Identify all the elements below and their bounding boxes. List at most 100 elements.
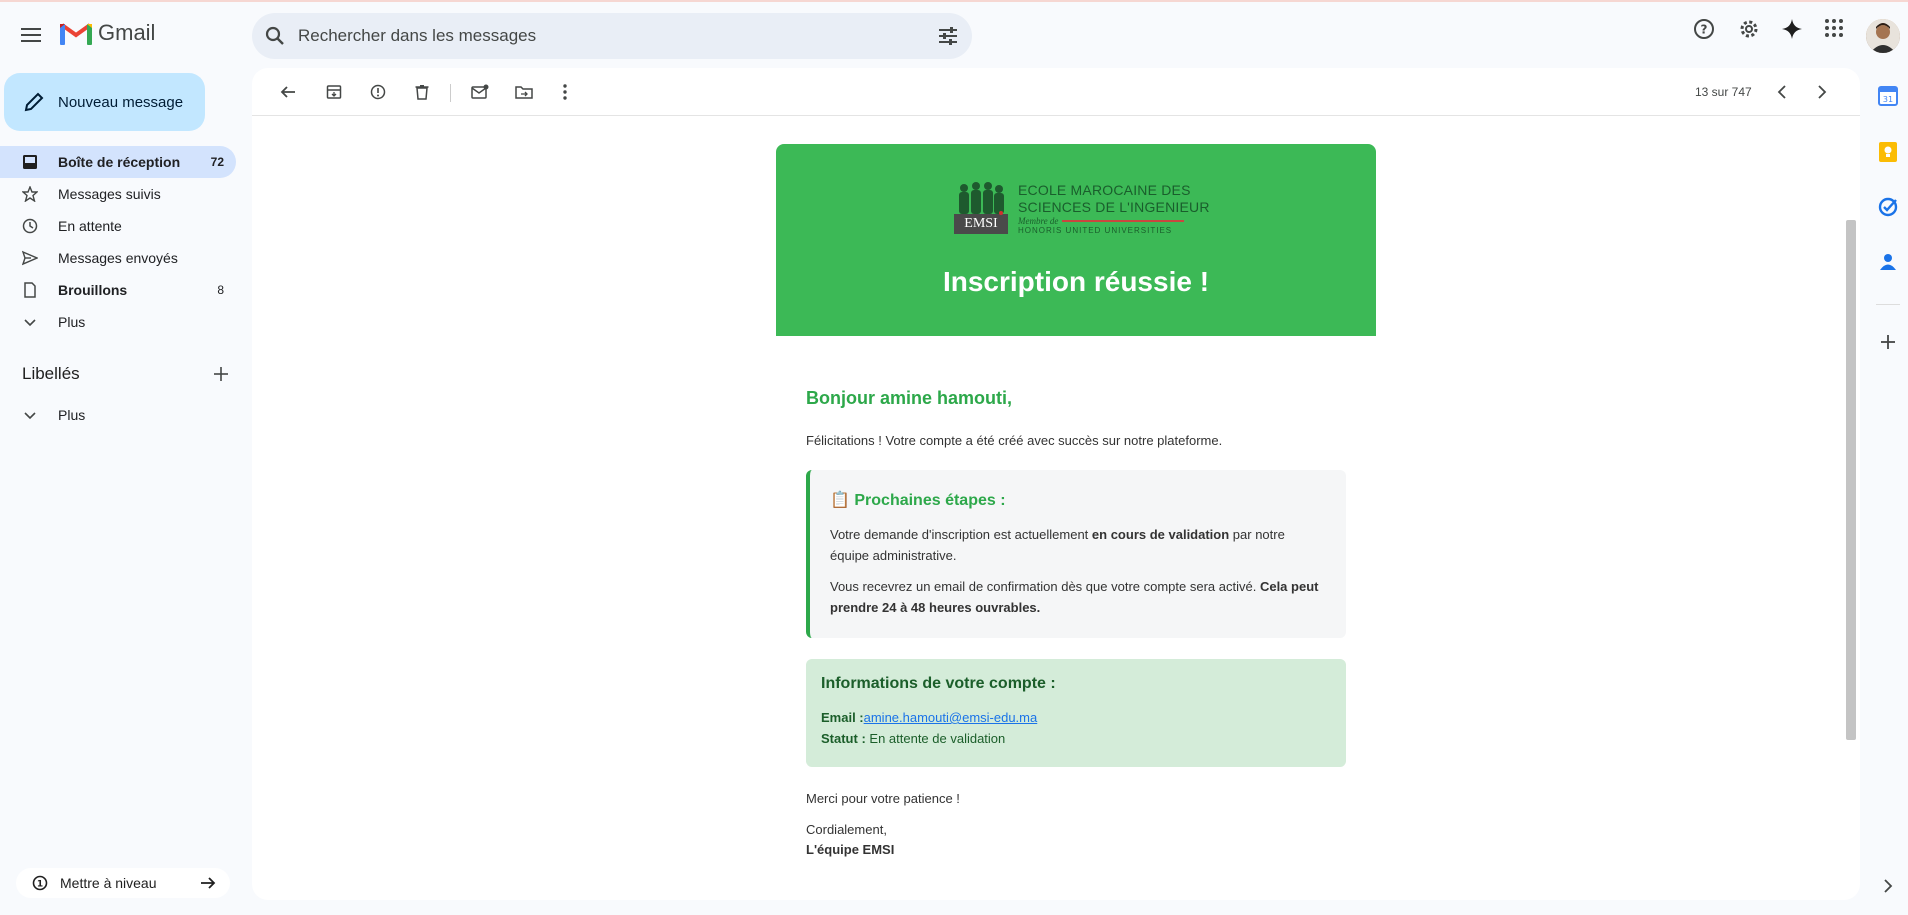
keep-icon[interactable] bbox=[1876, 140, 1900, 164]
message-scrollbar[interactable] bbox=[1846, 220, 1856, 740]
emsi-name: ECOLE MAROCAINE DES SCIENCES DE L'INGENI… bbox=[1018, 182, 1210, 235]
email-banner: EMSI ECOLE MAROCAINE DES SCIENCES DE L'I… bbox=[776, 144, 1376, 336]
sidebar-item-label: Plus bbox=[58, 314, 86, 330]
labels-section-header: Libellés bbox=[22, 364, 228, 384]
sidebar-item-label: Brouillons bbox=[58, 282, 128, 298]
steps-text: Votre demande d'inscription est actuelle… bbox=[830, 527, 1092, 542]
info-circle-icon: 1 bbox=[32, 875, 48, 891]
toolbar-divider bbox=[450, 84, 451, 102]
chevron-down-icon bbox=[22, 314, 38, 330]
steps-paragraph-2: Vous recevrez un email de confirmation d… bbox=[830, 576, 1326, 618]
message-view: 13 sur 747 EMSI ECOLE MAROCAINE DES SCIE… bbox=[252, 68, 1860, 900]
next-steps-box: 📋 Prochaines étapes : Votre demande d'in… bbox=[806, 470, 1346, 638]
add-label-icon[interactable] bbox=[214, 367, 228, 381]
account-info-title: Informations de votre compte : bbox=[821, 675, 1056, 692]
sidebar-item-label: Boîte de réception bbox=[58, 154, 181, 170]
labels-more-label: Plus bbox=[58, 407, 86, 423]
org-network: HONORIS UNITED UNIVERSITIES bbox=[1018, 225, 1173, 235]
account-status-row: Statut : En attente de validation bbox=[821, 728, 1331, 749]
next-steps-title: 📋 Prochaines étapes : bbox=[830, 492, 1006, 509]
header: Gmail Rechercher dans les messages ? bbox=[0, 2, 1908, 68]
report-spam-icon[interactable] bbox=[366, 80, 390, 104]
arrow-right-icon bbox=[200, 875, 216, 891]
labels-more[interactable]: Plus bbox=[0, 399, 236, 431]
gmail-m-icon bbox=[60, 23, 92, 45]
emsi-logo: EMSI ECOLE MAROCAINE DES SCIENCES DE L'I… bbox=[954, 180, 1210, 236]
sidebar-item-label: Messages suivis bbox=[58, 186, 161, 202]
clock-icon bbox=[22, 218, 38, 234]
send-icon bbox=[22, 250, 38, 266]
newer-chevron-left-icon[interactable] bbox=[1770, 80, 1794, 104]
sidebar-item-more[interactable]: Plus bbox=[0, 306, 236, 338]
sidebar-item-sent[interactable]: Messages envoyés bbox=[0, 242, 236, 274]
upgrade-label: Mettre à niveau bbox=[60, 875, 157, 891]
archive-icon[interactable] bbox=[322, 80, 346, 104]
org-name-line2: SCIENCES DE L'INGENIEUR bbox=[1018, 198, 1210, 215]
older-chevron-right-icon[interactable] bbox=[1810, 80, 1834, 104]
account-email-row: Email :amine.hamouti@emsi-edu.ma bbox=[821, 707, 1331, 728]
email-label: Email : bbox=[821, 710, 864, 725]
status-label: Statut : bbox=[821, 731, 866, 746]
mark-unread-icon[interactable] bbox=[468, 80, 492, 104]
sidebar-item-label: Messages envoyés bbox=[58, 250, 178, 266]
pencil-icon bbox=[24, 92, 44, 112]
steps-paragraph-1: Votre demande d'inscription est actuelle… bbox=[830, 524, 1326, 566]
sidebar-item-label: En attente bbox=[58, 218, 122, 234]
gmail-logo[interactable]: Gmail bbox=[60, 20, 155, 46]
apps-grid-icon[interactable] bbox=[1824, 18, 1844, 43]
sidebar-item-drafts[interactable]: Brouillons 8 bbox=[0, 274, 236, 306]
search-input[interactable]: Rechercher dans les messages bbox=[298, 26, 924, 46]
compose-button[interactable]: Nouveau message bbox=[4, 73, 205, 131]
help-icon[interactable]: ? bbox=[1693, 18, 1715, 45]
account-avatar[interactable] bbox=[1866, 19, 1900, 53]
account-info-box: Informations de votre compte : Email :am… bbox=[806, 659, 1346, 767]
search-options-icon[interactable] bbox=[924, 27, 972, 45]
delete-trash-icon[interactable] bbox=[410, 80, 434, 104]
svg-text:1: 1 bbox=[37, 880, 43, 890]
settings-gear-icon[interactable] bbox=[1738, 18, 1760, 45]
calendar-icon[interactable]: 31 bbox=[1876, 84, 1900, 108]
sidebar-item-snoozed[interactable]: En attente bbox=[0, 210, 236, 242]
message-toolbar: 13 sur 747 bbox=[252, 68, 1860, 116]
tasks-icon[interactable] bbox=[1876, 195, 1900, 219]
signature: Cordialement, L'équipe EMSI bbox=[806, 820, 1346, 860]
steps-text: Vous recevrez un email de confirmation d… bbox=[830, 579, 1260, 594]
inbox-icon bbox=[22, 154, 38, 170]
message-pager: 13 sur 747 bbox=[1695, 85, 1752, 99]
search-bar[interactable]: Rechercher dans les messages bbox=[252, 13, 972, 59]
steps-emphasis: en cours de validation bbox=[1091, 527, 1230, 542]
sidebar-item-inbox[interactable]: Boîte de réception 72 bbox=[0, 146, 236, 178]
thanks-text: Merci pour votre patience ! bbox=[806, 791, 960, 806]
search-icon[interactable] bbox=[252, 26, 298, 46]
emsi-abbr: EMSI bbox=[964, 216, 998, 231]
org-member-label: Membre de bbox=[1018, 215, 1059, 226]
rail-divider bbox=[1876, 304, 1900, 305]
app-name: Gmail bbox=[98, 20, 156, 45]
star-icon bbox=[22, 186, 38, 202]
gemini-sparkle-icon[interactable] bbox=[1781, 18, 1803, 45]
team-signature: L'équipe EMSI bbox=[806, 842, 895, 857]
compose-label: Nouveau message bbox=[58, 93, 184, 111]
closing-text: Cordialement, bbox=[806, 822, 887, 837]
sidebar-item-starred[interactable]: Messages suivis bbox=[0, 178, 236, 210]
move-to-icon[interactable] bbox=[512, 80, 536, 104]
back-arrow-icon[interactable] bbox=[276, 80, 300, 104]
email-link[interactable]: amine.hamouti@emsi-edu.ma bbox=[864, 710, 1038, 725]
add-addon-plus-icon[interactable] bbox=[1876, 330, 1900, 354]
labels-title: Libellés bbox=[22, 364, 80, 383]
org-red-rule bbox=[1062, 219, 1185, 222]
draft-icon bbox=[22, 282, 38, 298]
more-options-icon[interactable] bbox=[553, 80, 577, 104]
email-content: Bonjour amine hamouti, Félicitations ! V… bbox=[776, 388, 1376, 860]
svg-text:31: 31 bbox=[1883, 95, 1893, 104]
intro-text: Félicitations ! Votre compte a été créé … bbox=[806, 433, 1223, 448]
org-member-line: Membre de bbox=[1018, 216, 1210, 226]
email-body: EMSI ECOLE MAROCAINE DES SCIENCES DE L'I… bbox=[776, 144, 1376, 860]
main-menu-icon[interactable] bbox=[16, 20, 46, 50]
hide-panel-chevron-icon[interactable] bbox=[1876, 874, 1900, 898]
unread-count: 72 bbox=[210, 155, 224, 169]
sidebar-nav: Boîte de réception 72 Messages suivis En… bbox=[0, 146, 236, 338]
contacts-icon[interactable] bbox=[1876, 250, 1900, 274]
emsi-figures-icon: EMSI bbox=[954, 180, 1008, 236]
upgrade-button[interactable]: 1 Mettre à niveau bbox=[16, 868, 230, 898]
